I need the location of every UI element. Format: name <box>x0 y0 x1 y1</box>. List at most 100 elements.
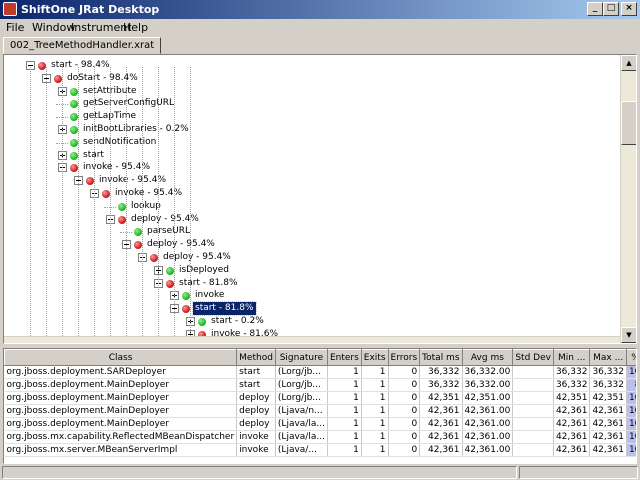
table-cell: 36,332 <box>589 365 627 379</box>
table-cell: invoke <box>236 430 276 444</box>
table-cell <box>512 430 554 444</box>
tree-node[interactable]: isDeployed <box>4 264 614 277</box>
table-cell: 1 <box>327 365 362 379</box>
tree-node[interactable]: sendNotification <box>4 136 614 149</box>
table-cell: 1 <box>361 417 389 431</box>
table-cell: 42,361.00 <box>462 404 514 418</box>
table-row[interactable]: org.jboss.deployment.MainDeployer deploy(… <box>4 404 636 418</box>
tree-node-label[interactable]: start - 98.4% <box>49 59 112 72</box>
tree-guide-line <box>158 67 159 342</box>
tree-node[interactable]: deploy - 95.4% <box>4 251 614 264</box>
close-button[interactable]: × <box>621 2 637 16</box>
table-cell: 0 <box>388 365 421 379</box>
tree-node-label[interactable]: deploy - 95.4% <box>161 251 233 264</box>
tree-node[interactable]: invoke - 95.4% <box>4 174 614 187</box>
table-cell: 100.0 <box>626 404 636 418</box>
tree-node[interactable]: invoke - 95.4% <box>4 187 614 200</box>
table-cell: 42,361 <box>589 404 627 418</box>
column-header[interactable]: %P... <box>625 349 636 366</box>
method-stats-table-panel[interactable]: Class Method Signature Enters Exits Errors Tot… <box>3 348 637 464</box>
scroll-thumb[interactable] <box>621 101 636 145</box>
table-row[interactable]: org.jboss.mx.server.MBeanServerImpl invok… <box>4 443 636 457</box>
column-header[interactable]: Min ... <box>552 349 591 366</box>
table-cell: 36,332 <box>419 378 463 392</box>
tree-guide-line <box>78 67 79 342</box>
column-header[interactable]: Enters <box>326 349 362 366</box>
tree-node-label[interactable]: start - 81.8% <box>192 301 257 317</box>
table-cell: 1 <box>361 391 389 405</box>
call-tree-panel[interactable]: start - 98.4% doStart - 98.4% setAttribute… <box>3 54 637 344</box>
scroll-up-button[interactable]: ▲ <box>621 55 636 71</box>
tree-node[interactable]: invoke <box>4 289 614 302</box>
maximize-button[interactable]: □ <box>603 2 619 16</box>
menu-help[interactable]: Help <box>123 21 148 34</box>
menu-file[interactable]: File <box>6 21 24 34</box>
tree-node[interactable]: start <box>4 149 614 162</box>
tree-node[interactable]: start - 0.2% <box>4 315 614 328</box>
status-cell-main <box>2 466 517 479</box>
tree-vertical-scrollbar[interactable]: ▲ ▼ <box>620 55 636 343</box>
table-row[interactable]: org.jboss.deployment.MainDeployer start (L… <box>4 378 636 392</box>
table-cell: 100.0 <box>626 443 636 457</box>
minimize-button[interactable]: _ <box>587 2 603 16</box>
menu-window[interactable]: Window <box>32 21 75 34</box>
tree-node[interactable]: initBootLibraries - 0.2% <box>4 123 614 136</box>
column-header[interactable]: Std Dev <box>512 349 554 366</box>
tree-node[interactable]: parseURL <box>4 225 614 238</box>
column-header[interactable]: Total ms <box>419 349 463 366</box>
tree-node-label[interactable]: isDeployed <box>177 264 231 277</box>
tree-node[interactable]: getLapTime <box>4 110 614 123</box>
tree-node[interactable]: setAttribute <box>4 85 614 98</box>
tree-horizontal-scrollbar[interactable] <box>4 336 620 343</box>
column-header[interactable]: Class <box>4 349 238 366</box>
tree-node[interactable]: doStart - 98.4% <box>4 72 614 85</box>
tree-node[interactable]: deploy - 95.4% <box>4 213 614 226</box>
tab-file[interactable]: 002_TreeMethodHandler.xrat <box>3 37 162 54</box>
table-row[interactable]: org.jboss.mx.capability.ReflectedMBeanDi… <box>4 430 636 444</box>
tree-node[interactable]: deploy - 95.4% <box>4 238 614 251</box>
table-cell: 0 <box>388 417 421 431</box>
tree-node[interactable]: start - 81.8% <box>4 277 614 290</box>
column-header[interactable]: Errors <box>387 349 421 366</box>
column-header[interactable]: Signature <box>274 349 328 366</box>
tree-node-label[interactable]: getServerConfigURL <box>81 97 176 110</box>
tree-node-label[interactable]: start - 0.2% <box>209 315 266 328</box>
table-cell: 42,361 <box>553 417 591 431</box>
table-row[interactable]: org.jboss.deployment.SARDeployer start (Lo… <box>4 365 636 379</box>
tree-node[interactable]: getServerConfigURL <box>4 97 614 110</box>
method-icon <box>70 87 78 96</box>
tree-node[interactable]: invoke - 95.4% <box>4 161 614 174</box>
tree-guide-line <box>30 67 31 342</box>
tree-node-label[interactable]: sendNotification <box>81 136 158 149</box>
tree-node-label[interactable]: deploy - 95.4% <box>145 238 217 251</box>
table-cell: 42,361 <box>553 443 591 457</box>
table-cell: 42,351 <box>589 391 627 405</box>
column-header[interactable]: Method <box>236 349 276 366</box>
tree-guide-line <box>46 67 47 342</box>
table-cell: 1 <box>327 404 362 418</box>
tree-node-label[interactable]: doStart - 98.4% <box>65 72 140 85</box>
window-title: ShiftOne JRat Desktop <box>21 3 160 16</box>
method-icon <box>70 126 78 134</box>
tree-node-label[interactable]: parseURL <box>145 225 192 238</box>
tree-node-label[interactable]: start - 81.8% <box>177 277 240 290</box>
method-stats-table: Class Method Signature Enters Exits Errors Tot… <box>4 349 636 457</box>
method-icon <box>70 100 78 109</box>
scroll-down-button[interactable]: ▼ <box>621 327 636 343</box>
table-row[interactable]: org.jboss.deployment.MainDeployer deploy(… <box>4 391 636 405</box>
method-icon <box>134 228 142 237</box>
tree-node[interactable]: start - 81.8% <box>4 301 614 317</box>
title-bar[interactable]: ShiftOne JRat Desktop _ □ × <box>0 0 640 19</box>
column-header[interactable]: Avg ms <box>461 349 514 366</box>
method-icon <box>70 113 78 122</box>
table-row[interactable]: org.jboss.deployment.MainDeployer deploy(… <box>4 417 636 431</box>
table-cell: 36,332.00 <box>462 378 514 392</box>
tree-node[interactable]: start - 98.4% <box>4 59 614 72</box>
column-header[interactable]: Exits <box>360 349 389 366</box>
table-cell: 1 <box>327 430 362 444</box>
column-header[interactable]: Max ... <box>589 349 627 366</box>
table-cell: 42,361 <box>419 417 463 431</box>
tree-node[interactable]: lookup <box>4 200 614 213</box>
table-cell: 42,351.00 <box>462 391 514 405</box>
tree-node-label[interactable]: invoke <box>193 289 226 302</box>
